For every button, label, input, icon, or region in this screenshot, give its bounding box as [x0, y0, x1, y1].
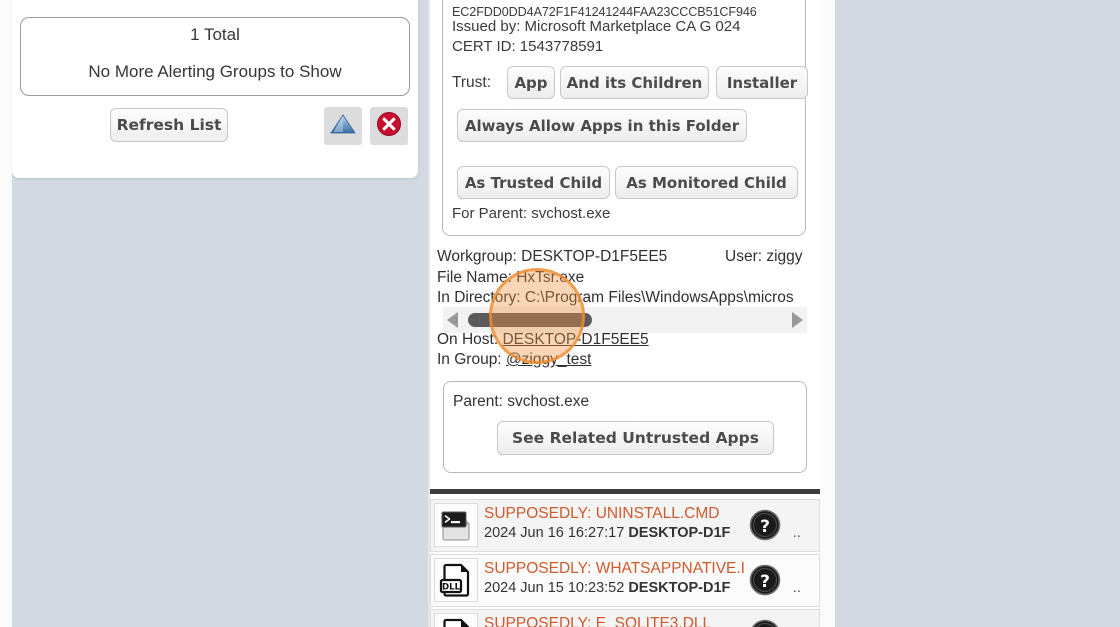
scrollbar-thumb[interactable] — [468, 313, 592, 327]
left-gutter — [0, 0, 12, 627]
event-timestamp: 2024 Jun 15 10:23:52 — [484, 580, 625, 596]
trust-and-children-button[interactable]: And its Children — [560, 66, 709, 99]
help-circle-icon[interactable]: ? — [749, 509, 781, 541]
trust-app-button[interactable]: App — [507, 66, 555, 99]
alerting-groups-total: 1 Total — [190, 25, 240, 44]
parent-card: Parent: svchost.exe See Related Untruste… — [443, 381, 807, 473]
up-triangle-icon — [330, 113, 356, 139]
scrollbar-track[interactable] — [465, 307, 785, 333]
directory-label: In Directory: C:\Program Files\WindowsAp… — [437, 289, 794, 306]
list-item[interactable]: DLL SUPPOSEDLY: WHATSAPPNATIVE.I 2024 Ju… — [430, 554, 820, 607]
help-circle-icon[interactable]: ? — [749, 564, 781, 596]
on-host-link[interactable]: DESKTOP-D1F5EE5 — [502, 331, 648, 348]
alerting-groups-empty-box: 1 Total No More Alerting Groups to Show — [20, 17, 410, 96]
dll-file-icon: DLL — [434, 558, 478, 602]
certificate-id: CERT ID: 1543778591 — [452, 38, 604, 55]
event-title: SUPPOSEDLY: WHATSAPPNATIVE.I — [484, 560, 745, 577]
close-button[interactable] — [370, 107, 408, 145]
on-host-label: On Host: — [437, 331, 503, 348]
generic-file-icon — [434, 613, 478, 627]
event-overflow-ellipsis[interactable]: .. — [793, 579, 801, 596]
as-trusted-child-button[interactable]: As Trusted Child — [457, 166, 610, 199]
event-subtitle: 2024 Jun 15 10:23:52 DESKTOP-D1F — [484, 580, 774, 596]
certificate-issuer: Issued by: Microsoft Marketplace CA G 02… — [452, 18, 741, 35]
as-monitored-child-button[interactable]: As Monitored Child — [615, 166, 798, 199]
always-allow-folder-button[interactable]: Always Allow Apps in this Folder — [457, 109, 747, 142]
event-overflow-ellipsis[interactable]: .. — [793, 524, 801, 541]
section-divider — [430, 489, 820, 494]
event-host: DESKTOP-D1F — [628, 580, 731, 596]
refresh-list-button[interactable]: Refresh List — [110, 108, 228, 142]
svg-text:?: ? — [760, 572, 770, 592]
parent-process-label: Parent: svchost.exe — [453, 393, 590, 410]
svg-text:?: ? — [760, 517, 770, 537]
in-group-link[interactable]: @ziggy_test — [506, 351, 592, 368]
alerting-groups-card: 1 Total No More Alerting Groups to Show … — [12, 0, 418, 178]
on-host-row: On Host: DESKTOP-D1F5EE5 — [437, 331, 649, 349]
event-title: SUPPOSEDLY: E_SQLITE3.DLL — [484, 615, 712, 627]
file-name-label: File Name: HxTsr.exe — [437, 269, 585, 286]
trust-card: EC2FDD0DD4A72F1F41241244FAA23CCCB51CF946… — [442, 0, 808, 236]
app-root: 1 Total No More Alerting Groups to Show … — [0, 0, 1120, 627]
in-group-label: In Group: — [437, 351, 506, 368]
svg-text:DLL: DLL — [442, 583, 461, 593]
trust-label: Trust: — [452, 74, 492, 91]
arrow-left-icon[interactable] — [447, 312, 458, 328]
help-circle-icon[interactable]: ? — [749, 619, 781, 627]
trust-installer-button[interactable]: Installer — [716, 66, 808, 99]
event-timestamp: 2024 Jun 16 16:27:17 — [484, 525, 625, 541]
alerting-groups-empty-message: No More Alerting Groups to Show — [88, 62, 342, 81]
event-title: SUPPOSEDLY: UNINSTALL.CMD — [484, 505, 720, 522]
list-item[interactable]: SUPPOSEDLY: E_SQLITE3.DLL ? — [430, 609, 820, 627]
cmd-file-icon — [434, 503, 478, 547]
in-group-row: In Group: @ziggy_test — [437, 351, 591, 369]
right-gutter — [820, 0, 835, 627]
page-background-right — [835, 0, 1120, 627]
close-circle-icon — [376, 111, 402, 142]
for-parent-text: For Parent: svchost.exe — [452, 205, 611, 222]
workgroup-label: Workgroup: DESKTOP-D1F5EE5 — [437, 248, 668, 265]
directory-horizontal-scrollbar[interactable] — [443, 307, 807, 333]
scroll-up-button[interactable] — [324, 107, 362, 145]
event-list[interactable]: SUPPOSEDLY: UNINSTALL.CMD 2024 Jun 16 16… — [430, 499, 820, 627]
certificate-hash: EC2FDD0DD4A72F1F41241244FAA23CCCB51CF946 — [452, 5, 757, 19]
user-label: User: ziggy — [725, 248, 803, 265]
list-item[interactable]: SUPPOSEDLY: UNINSTALL.CMD 2024 Jun 16 16… — [430, 499, 820, 552]
event-subtitle: 2024 Jun 16 16:27:17 DESKTOP-D1F — [484, 525, 774, 541]
see-related-untrusted-apps-button[interactable]: See Related Untrusted Apps — [497, 421, 774, 455]
event-host: DESKTOP-D1F — [628, 525, 731, 541]
arrow-right-icon[interactable] — [792, 312, 803, 328]
